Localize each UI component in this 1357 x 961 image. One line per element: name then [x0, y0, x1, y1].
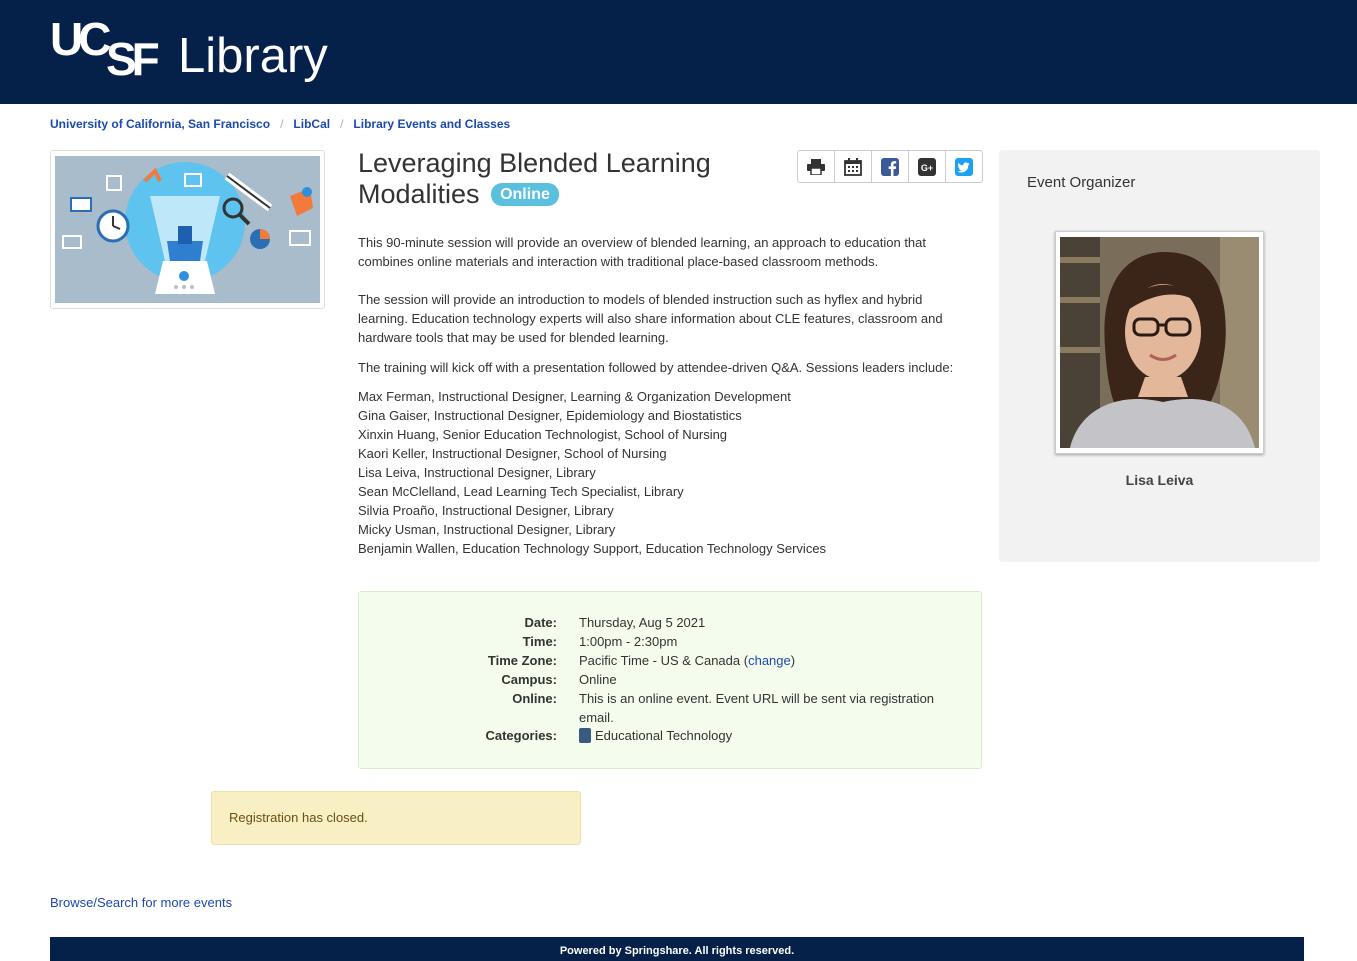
list-item: Micky Usman, Instructional Designer, Lib… — [358, 522, 616, 537]
detail-label: Date: — [524, 615, 557, 630]
detail-value-campus: Online — [579, 672, 617, 687]
list-item: Sean McClelland, Lead Learning Tech Spec… — [358, 484, 684, 499]
registration-message: Registration has closed. — [229, 810, 368, 825]
ucsf-library-logo[interactable]: UC SF Library — [50, 14, 328, 84]
event-image — [55, 156, 320, 303]
organizer-portrait — [1060, 237, 1259, 448]
list-item: Gina Gaiser, Instructional Designer, Epi… — [358, 408, 742, 423]
portrait-image — [1060, 237, 1259, 448]
share-toolbar: G+ — [797, 150, 983, 183]
description-paragraph: The session will provide an introduction… — [358, 292, 943, 345]
description-paragraph: The training will kick off with a presen… — [358, 360, 954, 375]
detail-value-online: This is an online event. Event URL will … — [579, 691, 935, 725]
print-icon — [807, 158, 825, 175]
footer-text: Powered by Springshare. All rights reser… — [559, 945, 795, 957]
list-item: Silvia Proaño, Instructional Designer, L… — [358, 503, 614, 518]
detail-label: Time: — [522, 634, 557, 649]
organizer-name: Lisa Leiva — [1125, 472, 1194, 488]
organizer-heading: Event Organizer — [1027, 174, 1136, 191]
session-leaders-list: Max Ferman, Instructional Designer, Lear… — [358, 387, 968, 558]
list-item: Lisa Leiva, Instructional Designer, Libr… — [358, 465, 596, 480]
event-image-card — [50, 150, 325, 309]
list-item: Benjamin Wallen, Education Technology Su… — [358, 541, 827, 556]
detail-value-categories[interactable]: Educational Technology — [579, 726, 949, 745]
breadcrumb-separator: / — [340, 117, 344, 131]
breadcrumb-events[interactable]: Library Events and Classes — [353, 117, 510, 131]
detail-label: Categories: — [485, 728, 557, 743]
detail-label: Campus: — [501, 672, 557, 687]
share-twitter-button[interactable] — [946, 151, 982, 182]
event-organizer-panel: Event Organizer Lisa Leiva — [999, 150, 1320, 562]
add-to-calendar-button[interactable] — [835, 151, 872, 182]
detail-label: Online: — [512, 691, 557, 706]
list-item: Max Ferman, Instructional Designer, Lear… — [358, 389, 791, 404]
print-button[interactable] — [798, 151, 835, 182]
breadcrumb-ucsf[interactable]: University of California, San Francisco — [50, 117, 270, 131]
list-item: Xinxin Huang, Senior Education Technolog… — [358, 427, 728, 442]
facebook-icon — [881, 157, 899, 176]
timezone-text: Pacific Time - US & Canada — [579, 653, 741, 668]
logo-uc-text: UC — [50, 13, 111, 65]
breadcrumb-libcal[interactable]: LibCal — [293, 117, 330, 131]
ucsf-wordmark: UC SF — [50, 13, 162, 82]
share-google-plus-button[interactable]: G+ — [909, 151, 946, 182]
breadcrumb-separator: / — [280, 117, 284, 131]
registration-closed-alert: Registration has closed. — [211, 791, 581, 845]
description-paragraph: This 90-minute session will provide an o… — [358, 235, 927, 269]
category-label: Educational Technology — [595, 728, 733, 743]
detail-value-date: Thursday, Aug 5 2021 — [579, 615, 706, 630]
online-badge: Online — [491, 183, 559, 206]
share-facebook-button[interactable] — [872, 151, 909, 182]
organizer-photo — [1055, 231, 1264, 454]
logo-sf-text: SF — [106, 33, 160, 85]
twitter-icon — [955, 157, 973, 176]
detail-value-time: 1:00pm - 2:30pm — [579, 634, 678, 649]
browse-events-link[interactable]: Browse/Search for more events — [50, 895, 232, 910]
logo-library-text: Library — [178, 29, 328, 83]
google-plus-text: G+ — [921, 163, 933, 173]
change-timezone-link[interactable]: change — [748, 653, 791, 668]
detail-value-timezone: Pacific Time - US & Canada (change) — [579, 651, 949, 670]
google-plus-icon: G+ — [918, 157, 936, 176]
site-footer: Powered by Springshare. All rights reser… — [50, 937, 1304, 961]
event-details-panel: Date: Thursday, Aug 5 2021 Time: 1:00pm … — [358, 591, 982, 769]
category-color-swatch — [579, 728, 591, 743]
breadcrumb: University of California, San Francisco … — [50, 117, 510, 131]
event-title: Leveraging Blended Learning Modalities O… — [358, 148, 778, 210]
site-header: UC SF Library — [0, 0, 1357, 104]
blender-illustration — [55, 156, 320, 303]
list-item: Kaori Keller, Instructional Designer, Sc… — [358, 446, 667, 461]
calendar-icon — [844, 157, 862, 176]
timezone-paren: ) — [790, 653, 796, 668]
detail-label: Time Zone: — [487, 653, 557, 668]
